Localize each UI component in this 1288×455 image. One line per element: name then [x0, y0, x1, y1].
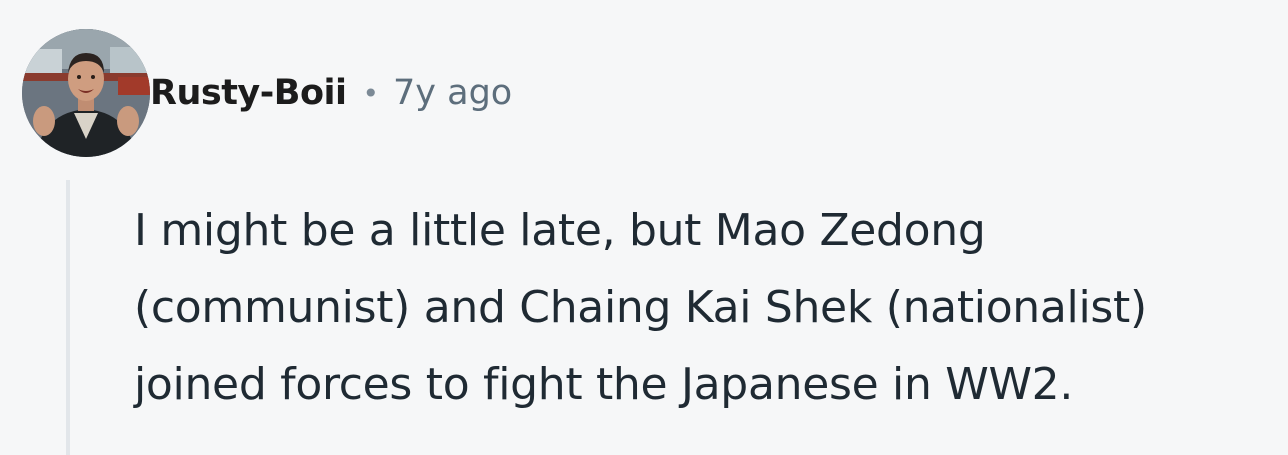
thread-collapse-line[interactable]: [66, 180, 70, 455]
separator-dot: •: [362, 76, 380, 110]
comment-body-line: joined forces to fight the Japanese in W…: [134, 359, 1074, 410]
comment-meta: Rusty-Boii • 7y ago: [150, 28, 512, 158]
comment-header: Rusty-Boii • 7y ago: [22, 28, 512, 158]
comment-body-line: I might be a little late, but Mao Zedong: [134, 205, 986, 256]
comment-body: I might be a little late, but Mao Zedong…: [134, 192, 1284, 423]
timestamp-link[interactable]: 7y ago: [393, 73, 512, 113]
avatar-image: [22, 29, 150, 157]
comment: Rusty-Boii • 7y ago I might be a little …: [0, 0, 1288, 455]
avatar[interactable]: [22, 29, 150, 157]
comment-body-line: (communist) and Chaing Kai Shek (nationa…: [134, 282, 1147, 333]
username-link[interactable]: Rusty-Boii: [150, 73, 347, 113]
